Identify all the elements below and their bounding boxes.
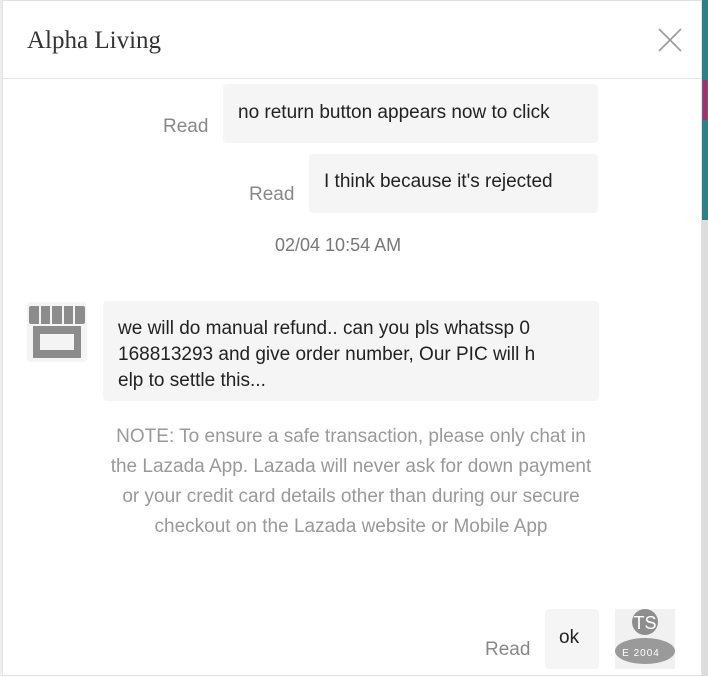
watermark-year: E 2004 bbox=[622, 648, 660, 659]
message-bubble-incoming[interactable]: we will do manual refund.. can you pls w… bbox=[103, 301, 599, 401]
message-text-line: 168813293 and give order number, Our PIC… bbox=[118, 344, 536, 365]
read-status: Read bbox=[249, 184, 295, 205]
watermark-icon: TS E 2004 bbox=[615, 609, 675, 664]
close-icon[interactable] bbox=[655, 25, 685, 55]
message-bubble-outgoing[interactable]: I think because it's rejected bbox=[309, 154, 598, 213]
message-text: ok bbox=[559, 627, 580, 648]
message-text-line: elp to settle this... bbox=[118, 370, 266, 391]
chat-title: Alpha Living bbox=[27, 27, 162, 54]
chat-header: Alpha Living bbox=[3, 1, 701, 79]
message-text-line: we will do manual refund.. can you pls w… bbox=[118, 318, 530, 339]
message-timestamp: 02/04 10:54 AM bbox=[275, 235, 402, 255]
message-list[interactable]: Read no return button appears now to cli… bbox=[3, 80, 701, 676]
watermark-text: TS bbox=[633, 613, 656, 633]
background-strip-lower bbox=[702, 220, 708, 676]
message-text: no return button appears now to click bbox=[238, 102, 550, 123]
user-avatar[interactable]: TS E 2004 bbox=[615, 609, 675, 669]
seller-avatar[interactable] bbox=[27, 302, 87, 362]
safety-notice: NOTE: To ensure a safe transaction, plea… bbox=[110, 426, 592, 537]
message-bubble-outgoing[interactable]: no return button appears now to click bbox=[223, 84, 598, 143]
background-strip-accent bbox=[703, 80, 707, 120]
read-status: Read bbox=[485, 639, 531, 660]
chat-window: Alpha Living Read no return button appea… bbox=[2, 0, 702, 676]
close-button[interactable] bbox=[655, 25, 685, 55]
shop-icon bbox=[29, 306, 85, 358]
message-bubble-outgoing[interactable]: ok bbox=[545, 609, 599, 669]
message-text: I think because it's rejected bbox=[324, 171, 553, 192]
read-status: Read bbox=[163, 116, 209, 137]
